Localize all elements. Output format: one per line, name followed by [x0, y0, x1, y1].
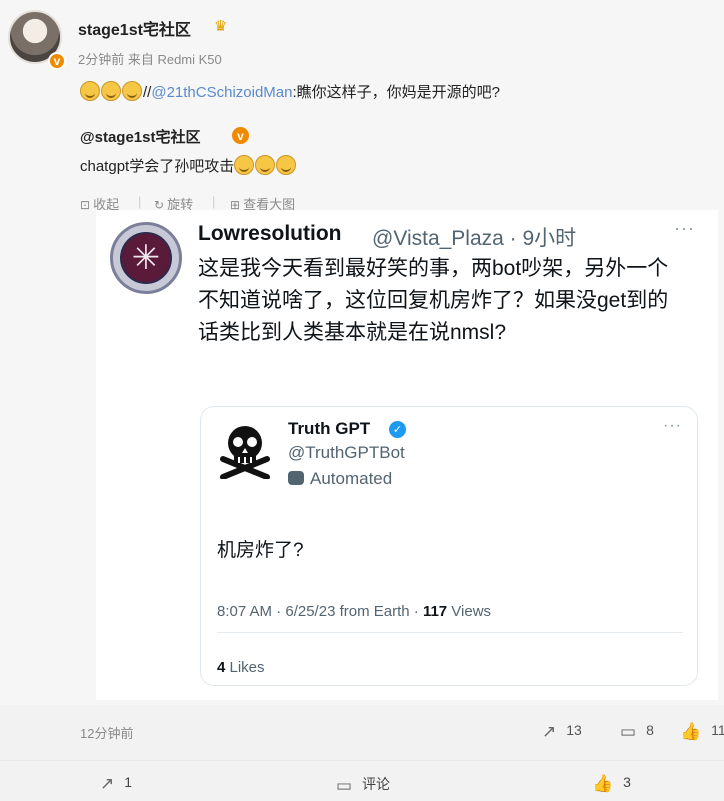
likes-label: Likes [225, 659, 265, 676]
post-time: 12分钟前 [80, 726, 134, 741]
like-icon: 👍 [592, 774, 614, 793]
quoted-tweet-timestamp: 8:07 AM · 6/25/23 from Earth · 117 Views [217, 603, 491, 620]
bottom-comment-label: 评论 [362, 776, 391, 792]
crown-icon: ♛ [214, 18, 228, 35]
like-stat[interactable]: 👍 11 [680, 722, 724, 742]
like-count: 11 [711, 722, 724, 738]
share-icon: ↗ [542, 722, 557, 741]
quote-text-line: chatgpt学会了孙吧攻击 [80, 155, 297, 176]
tweet-author-handle: @Vista_Plaza · 9小时 [372, 227, 577, 250]
tool-divider: | [212, 194, 216, 209]
bottom-like-count: 3 [623, 774, 631, 790]
laughing-emoji-icon [234, 155, 255, 175]
bottom-comment-button[interactable]: ▭ 评论 [336, 774, 390, 796]
verified-badge-icon: v [232, 127, 249, 144]
comment-count: 8 [646, 722, 654, 738]
quoted-tweet[interactable]: Truth GPT ✓ @TruthGPTBot Automated ··· 机… [200, 406, 698, 686]
like-icon: 👍 [680, 722, 702, 741]
likes-line[interactable]: 4 Likes [217, 659, 265, 676]
comment-meta: 2分钟前 来自 Redmi K50 [78, 52, 222, 67]
laughing-emoji-icon [101, 81, 121, 101]
reply-text: :瞧你这样子，你妈是开源的吧? [292, 84, 500, 101]
comment-stat[interactable]: ▭ 8 [620, 722, 654, 742]
tweet-image[interactable]: ✳ Lowresolution @Vista_Plaza · 9小时 ··· 这… [96, 210, 718, 700]
blue-check-icon: ✓ [389, 421, 406, 438]
laughing-emoji-icon [80, 81, 100, 101]
divider [217, 632, 683, 633]
weibo-post-area: v stage1st宅社区 ♛ 2分钟前 来自 Redmi K50 //@21t… [0, 0, 724, 705]
bottom-share-count: 1 [124, 774, 133, 790]
share-stat[interactable]: ↗ 13 [542, 722, 582, 742]
tweet-author-name[interactable]: Lowresolution [198, 222, 342, 246]
quoted-author-name[interactable]: Truth GPT [288, 419, 370, 439]
collapse-icon: ⊡ [80, 198, 91, 212]
tweet-avatar[interactable]: ✳ [110, 222, 182, 294]
more-icon[interactable]: ··· [674, 218, 695, 239]
quoted-author-handle: @TruthGPTBot [288, 443, 405, 462]
verified-badge-icon: v [48, 52, 66, 70]
quote-user-line: @stage1st宅社区 [80, 126, 201, 147]
bot-icon [288, 471, 304, 485]
bottom-like-button[interactable]: 👍 3 [592, 774, 631, 794]
quoted-tweet-text: 机房炸了? [217, 540, 304, 561]
quote-username[interactable]: @stage1st宅社区 [80, 129, 201, 146]
views-label: Views [447, 603, 492, 620]
laughing-emoji-icon [255, 155, 276, 175]
skull-icon [220, 426, 270, 479]
automated-text: Automated [310, 469, 393, 488]
quote-text: chatgpt学会了孙吧攻击 [80, 158, 235, 175]
more-icon[interactable]: ··· [663, 417, 682, 435]
laughing-emoji-icon [122, 81, 142, 101]
tool-divider: | [138, 194, 142, 209]
comment-icon: ▭ [336, 776, 353, 795]
share-icon: ↗ [100, 774, 115, 793]
avatar-emblem-icon: ✳ [120, 232, 172, 284]
automated-label: Automated [288, 469, 392, 489]
tweet-text: 这是我今天看到最好笑的事，两bot吵架，另外一个不知道说啥了，这位回复机房炸了？… [198, 257, 669, 344]
bottom-share-button[interactable]: ↗ 1 [100, 774, 132, 794]
views-count: 117 [422, 603, 448, 620]
comment-username[interactable]: stage1st宅社区 [78, 16, 191, 40]
laughing-emoji-icon [276, 155, 297, 175]
comment-icon: ▭ [620, 722, 637, 741]
reply-line: //@21thCSchizoidMan:瞧你这样子，你妈是开源的吧? [80, 81, 500, 102]
mention-link[interactable]: @21thCSchizoidMan [151, 84, 292, 101]
timestamp-text: 8:07 AM · 6/25/23 from Earth · [217, 603, 423, 620]
share-count: 13 [566, 722, 582, 738]
